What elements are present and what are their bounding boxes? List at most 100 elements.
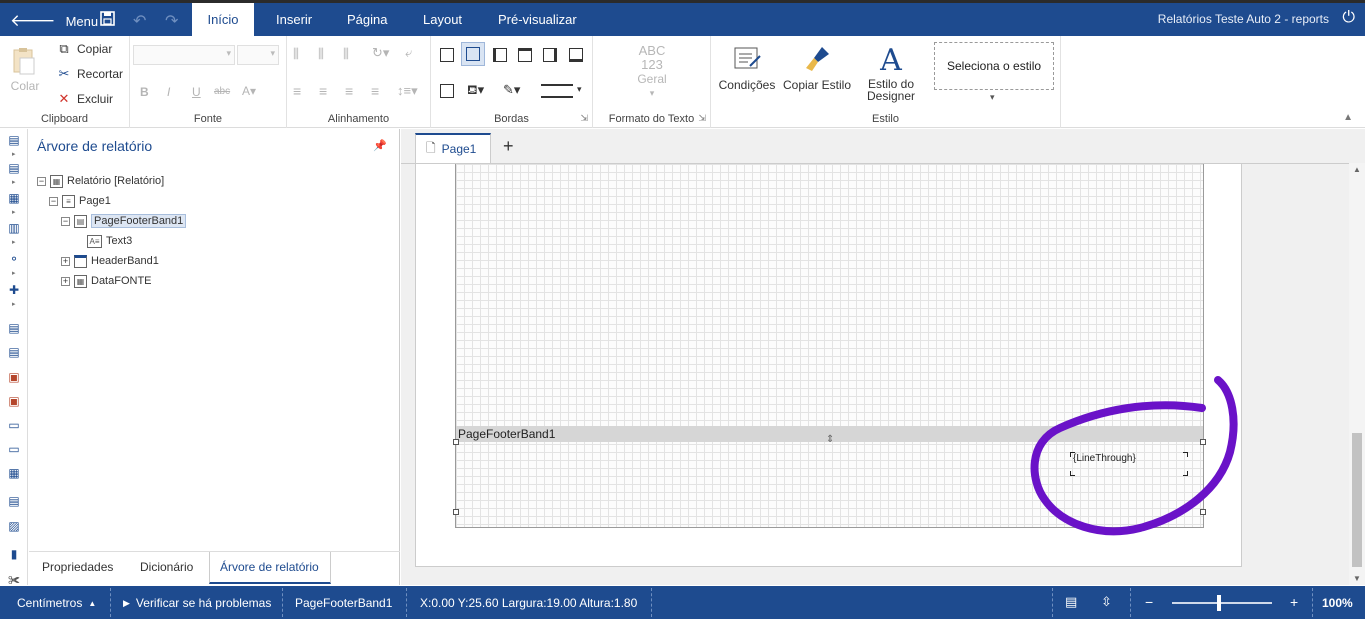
scroll-thumb[interactable] [1352, 433, 1362, 567]
border-top-icon[interactable] [518, 48, 532, 62]
border-bottom-icon[interactable] [569, 48, 583, 62]
italic-button[interactable]: I [167, 85, 170, 99]
underline-button[interactable]: U [192, 85, 201, 99]
tab-report-tree[interactable]: Árvore de relatório [220, 560, 319, 574]
pin-icon[interactable]: 📌 [373, 139, 387, 152]
check-issues-button[interactable]: ▶ Verificar se há problemas [123, 596, 271, 610]
zoom-slider-thumb[interactable] [1217, 595, 1221, 611]
vertical-scrollbar[interactable]: ▲ ▼ [1349, 163, 1365, 585]
scroll-up-icon[interactable]: ▲ [1353, 165, 1361, 174]
tab-inserir[interactable]: Inserir [262, 3, 326, 36]
fit-page-icon[interactable]: ⇳ [1101, 594, 1112, 610]
border-right-icon[interactable] [543, 48, 557, 62]
align-justify-icon[interactable]: ≡ [371, 83, 379, 99]
align-right-icon[interactable]: ≡ [345, 83, 353, 99]
chart-icon[interactable]: ▮ [6, 547, 22, 561]
align-center-top-icon[interactable]: ⫼ [318, 46, 324, 62]
expand-arrow-icon: ▸ [12, 151, 16, 158]
zoom-level[interactable]: 100% [1322, 596, 1353, 610]
collapse-toggle-icon[interactable]: − [37, 176, 46, 186]
container-icon[interactable]: ▦ [6, 466, 22, 480]
cross-band-icon[interactable]: ▤ [6, 161, 22, 175]
expand-toggle-icon[interactable]: + [61, 256, 70, 266]
font-size-combo[interactable] [237, 45, 279, 65]
expand-toggle-icon[interactable]: + [61, 276, 70, 286]
page-view-icon[interactable]: ▤ [1065, 594, 1077, 610]
zoom-in-button[interactable]: + [1290, 594, 1298, 610]
border-color-icon[interactable]: ✎▾ [503, 82, 520, 98]
border-style-icon[interactable] [541, 84, 573, 98]
save-icon[interactable] [100, 11, 115, 31]
undo-icon[interactable]: ↶ [133, 11, 146, 31]
strikethrough-button[interactable]: abc [214, 86, 230, 97]
rich-text-icon[interactable]: ▤ [6, 345, 22, 359]
collapse-toggle-icon[interactable]: − [61, 216, 70, 226]
copy-style-button[interactable]: Copiar Estilo [781, 44, 853, 92]
tab-pagina[interactable]: Página [333, 3, 401, 36]
zoom-out-button[interactable]: − [1145, 594, 1153, 610]
tree-node-pagefooterband1[interactable]: − ▤ PageFooterBand1 [61, 212, 187, 230]
word-wrap-icon[interactable]: ⤶ [405, 45, 412, 61]
wrench-icon[interactable]: ✀ [6, 573, 22, 585]
tab-pre-visualizar[interactable]: Pré-visualizar [484, 3, 591, 36]
tree-node-datafonte[interactable]: + ▦ DataFONTE [61, 272, 152, 290]
align-left-icon[interactable]: ≡ [293, 83, 301, 99]
bold-button[interactable]: B [140, 85, 149, 99]
style-selector-dropdown-icon[interactable]: ▾ [990, 92, 995, 103]
panel-icon[interactable]: ▭ [6, 418, 22, 432]
paste-button[interactable]: Colar [10, 46, 40, 93]
tab-properties[interactable]: Propriedades [42, 560, 113, 574]
delete-button[interactable]: ✕ Excluir [56, 91, 113, 107]
shapes-icon[interactable]: ⚬ [6, 252, 22, 266]
tab-inicio[interactable]: Início [192, 3, 254, 36]
puzzle-icon[interactable]: ✚ [6, 283, 22, 297]
cut-button[interactable]: ✂ Recortar [56, 66, 123, 82]
designer-style-button[interactable]: A Estilo do Designer [859, 44, 923, 103]
report-page[interactable]: PageFooterBand1 ⇕ {LineThrough} [453, 164, 1206, 528]
scroll-down-icon[interactable]: ▼ [1353, 574, 1361, 583]
band-icon[interactable]: ▤ [6, 133, 22, 147]
menu-button[interactable]: 🡐 Menu [10, 11, 98, 31]
text3-component[interactable]: {LineThrough} [1070, 452, 1188, 476]
label-icon[interactable]: ▣ [6, 370, 22, 384]
text-format-button[interactable]: ABC 123 Geral ▾ [593, 44, 711, 100]
tab-dictionary[interactable]: Dicionário [140, 560, 193, 574]
power-icon[interactable]: ⏻ [1342, 9, 1355, 27]
line-spacing-icon[interactable]: ↕≡▾ [397, 83, 418, 99]
text-icon[interactable]: ▤ [6, 321, 22, 335]
units-selector[interactable]: Centímetros ▲ [17, 596, 96, 610]
align-left-top-icon[interactable]: ⫼ [293, 46, 299, 62]
page-tab-page1[interactable]: 🗋 Page1 [415, 133, 491, 163]
text-in-cells-icon[interactable]: ▣ [6, 394, 22, 408]
border-style-dropdown-icon[interactable]: ▾ [577, 84, 582, 95]
image-icon[interactable]: ▨ [6, 519, 22, 533]
tree-node-report[interactable]: − ▦ Relatório [Relatório] [37, 172, 164, 190]
rotate-text-icon[interactable]: ↻▾ [372, 45, 389, 61]
add-page-icon[interactable]: + [503, 136, 514, 157]
zoom-slider-track[interactable] [1172, 602, 1272, 604]
table-icon[interactable]: ▦ [6, 191, 22, 205]
border-box-button[interactable] [461, 42, 485, 66]
font-color-icon[interactable]: A▾ [242, 84, 256, 98]
style-selector[interactable]: Seleciona o estilo [934, 42, 1054, 90]
fill-color-icon[interactable]: ⛾▾ [467, 82, 484, 100]
conditions-button[interactable]: Condições [717, 44, 777, 92]
check-box-icon[interactable]: ▤ [6, 494, 22, 508]
border-left-icon[interactable] [493, 48, 507, 62]
collapse-ribbon-icon[interactable]: ▲ [1343, 112, 1353, 123]
grid-icon[interactable]: ▥ [6, 221, 22, 235]
collapse-toggle-icon[interactable]: − [49, 196, 58, 206]
tree-node-headerband1[interactable]: + HeaderBand1 [61, 252, 159, 270]
align-center-icon[interactable]: ≡ [319, 83, 327, 99]
font-name-combo[interactable] [133, 45, 235, 65]
copy-button[interactable]: ⧉ Copiar [56, 41, 112, 57]
tree-node-text3[interactable]: A≡ Text3 [87, 232, 132, 250]
border-all-icon[interactable] [440, 48, 454, 62]
redo-icon[interactable]: ↷ [165, 11, 178, 31]
rectangle-icon[interactable]: ▭ [6, 442, 22, 456]
tab-layout[interactable]: Layout [409, 3, 476, 36]
align-right-top-icon[interactable]: ⫼ [343, 46, 349, 62]
border-none-icon[interactable] [440, 84, 454, 98]
report-icon: ▦ [50, 174, 63, 188]
tree-node-page1[interactable]: − ≡ Page1 [49, 192, 111, 210]
